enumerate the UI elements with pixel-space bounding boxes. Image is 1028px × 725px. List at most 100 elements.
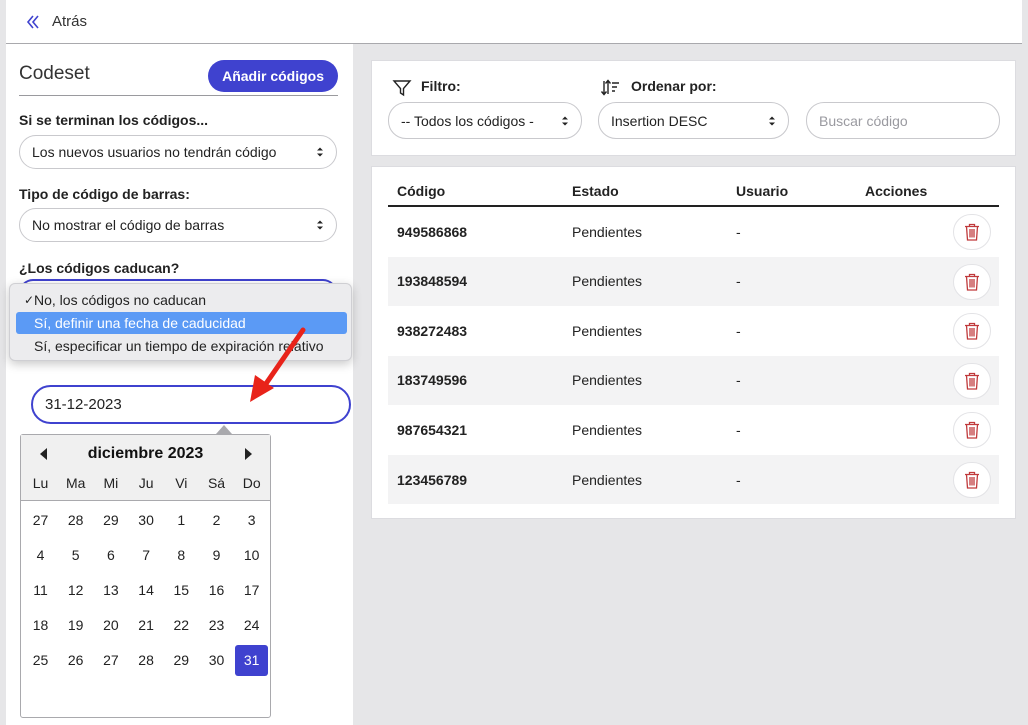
barcode-select-value: No mostrar el código de barras — [32, 217, 225, 233]
weekday-label: Ma — [65, 475, 86, 491]
double-chevron-left-icon[interactable] — [22, 11, 44, 33]
expiry-label: ¿Los códigos caducan? — [19, 260, 180, 276]
calendar-day[interactable]: 4 — [24, 539, 57, 570]
calendar-day[interactable]: 16 — [200, 574, 233, 605]
calendar-day[interactable]: 22 — [165, 610, 198, 641]
exhaust-select[interactable]: Los nuevos usuarios no tendrán código — [19, 135, 337, 169]
updown-chevron-icon — [562, 116, 568, 125]
delete-code-button[interactable] — [953, 362, 991, 399]
user-cell: - — [736, 322, 741, 339]
sort-select-value: Insertion DESC — [611, 112, 708, 129]
code-cell: 987654321 — [397, 421, 468, 438]
delete-code-button[interactable] — [953, 214, 991, 250]
filter-bar: Filtro: -- Todos los códigos - Ordenar p… — [371, 60, 1016, 156]
calendar-day[interactable]: 13 — [94, 574, 127, 605]
column-header-code[interactable]: Código — [397, 183, 445, 199]
expiry-option-relative[interactable]: Sí, especificar un tiempo de expiración … — [16, 335, 347, 357]
sort-select[interactable]: Insertion DESC — [598, 102, 789, 139]
calendar-day[interactable]: 7 — [130, 539, 163, 570]
user-cell: - — [736, 421, 741, 438]
search-placeholder: Buscar código — [819, 112, 908, 129]
calendar-day[interactable]: 25 — [24, 645, 57, 676]
add-codes-button[interactable]: Añadir códigos — [208, 60, 338, 92]
calendar-month-title: diciembre 2023 — [87, 445, 204, 462]
trash-icon — [965, 323, 979, 340]
table-row: 938272483 Pendientes - — [388, 306, 999, 355]
calendar-day[interactable]: 1 — [165, 504, 198, 535]
calendar-day[interactable]: 15 — [165, 574, 198, 605]
weekday-label: Ju — [138, 475, 154, 491]
expiry-option-label: Sí, definir una fecha de caducidad — [34, 315, 246, 331]
sort-icon — [600, 79, 619, 96]
code-cell: 193848594 — [397, 273, 468, 290]
status-cell: Pendientes — [572, 223, 643, 240]
barcode-label: Tipo de código de barras: — [19, 186, 190, 202]
table-row: 193848594 Pendientes - — [388, 256, 999, 306]
calendar-day[interactable]: 8 — [165, 539, 198, 570]
trash-icon — [965, 223, 979, 241]
status-cell: Pendientes — [572, 471, 643, 488]
expiry-option-no[interactable]: ✓ No, los códigos no caducan — [16, 289, 347, 311]
calendar-day[interactable]: 18 — [24, 610, 57, 641]
expiry-date-input[interactable]: 31-12-2023 — [31, 385, 351, 424]
calendar-day[interactable]: 29 — [94, 504, 127, 535]
trash-icon — [965, 273, 979, 291]
top-bar: Atrás — [6, 0, 1022, 44]
calendar-day[interactable]: 11 — [24, 574, 57, 605]
calendar-day-selected[interactable]: 31 — [235, 644, 269, 676]
calendar-day[interactable]: 26 — [59, 645, 92, 676]
expiry-option-label: Sí, especificar un tiempo de expiración … — [34, 338, 324, 354]
calendar-day[interactable]: 28 — [130, 645, 163, 676]
barcode-select[interactable]: No mostrar el código de barras — [19, 208, 337, 242]
delete-code-button[interactable] — [953, 412, 991, 449]
updown-chevron-icon — [317, 220, 323, 230]
calendar-pointer — [216, 425, 232, 434]
calendar-day[interactable]: 27 — [94, 645, 127, 676]
calendar-day[interactable]: 30 — [130, 504, 163, 535]
table-row: 123456789 Pendientes - — [388, 455, 999, 504]
search-code-input[interactable]: Buscar código — [806, 102, 1000, 139]
column-header-actions: Acciones — [865, 183, 928, 199]
calendar-day[interactable]: 14 — [130, 574, 163, 605]
calendar-day[interactable]: 10 — [235, 539, 268, 570]
calendar-day[interactable]: 6 — [94, 539, 127, 570]
delete-code-button[interactable] — [953, 462, 991, 498]
exhaust-select-value: Los nuevos usuarios no tendrán código — [32, 144, 277, 160]
updown-chevron-icon — [317, 147, 323, 157]
updown-chevron-icon — [769, 116, 775, 125]
column-header-status[interactable]: Estado — [572, 183, 619, 199]
calendar-day[interactable]: 19 — [59, 610, 92, 641]
funnel-icon — [392, 80, 412, 97]
user-cell: - — [736, 223, 741, 240]
user-cell: - — [736, 273, 741, 290]
codeset-header: Codeset Añadir códigos — [19, 60, 338, 96]
calendar-day[interactable]: 17 — [235, 574, 268, 605]
calendar-day[interactable]: 30 — [200, 645, 233, 676]
expiry-option-fixed-date[interactable]: Sí, definir una fecha de caducidad — [16, 312, 347, 334]
calendar-day[interactable]: 12 — [59, 574, 92, 605]
user-cell: - — [736, 471, 741, 488]
codes-table: Código Estado Usuario Acciones 949586868… — [371, 166, 1016, 519]
filter-select[interactable]: -- Todos los códigos - — [388, 102, 582, 139]
calendar-day[interactable]: 29 — [165, 645, 198, 676]
calendar-day[interactable]: 24 — [235, 610, 268, 641]
calendar-day[interactable]: 5 — [59, 539, 92, 570]
calendar-day[interactable]: 28 — [59, 504, 92, 535]
trash-icon — [965, 471, 979, 489]
calendar-day[interactable]: 3 — [235, 504, 268, 535]
column-header-user[interactable]: Usuario — [736, 183, 788, 199]
delete-code-button[interactable] — [953, 263, 991, 300]
back-link[interactable]: Atrás — [52, 13, 87, 30]
calendar-day[interactable]: 9 — [200, 539, 233, 570]
trash-icon — [965, 422, 979, 440]
calendar-day[interactable]: 23 — [200, 610, 233, 641]
triangle-right-icon[interactable] — [241, 447, 255, 461]
calendar-day[interactable]: 21 — [130, 610, 163, 641]
calendar-day[interactable]: 27 — [24, 504, 57, 535]
calendar-day[interactable]: 20 — [94, 610, 127, 641]
exhaust-label: Si se terminan los códigos... — [19, 112, 209, 128]
weekday-label: Sá — [207, 475, 226, 491]
date-picker-calendar: diciembre 2023 Lu Ma Mi Ju Vi Sá Do 27 28 29 30 1 2… — [20, 434, 271, 718]
delete-code-button[interactable] — [953, 313, 991, 350]
calendar-day[interactable]: 2 — [200, 504, 233, 535]
